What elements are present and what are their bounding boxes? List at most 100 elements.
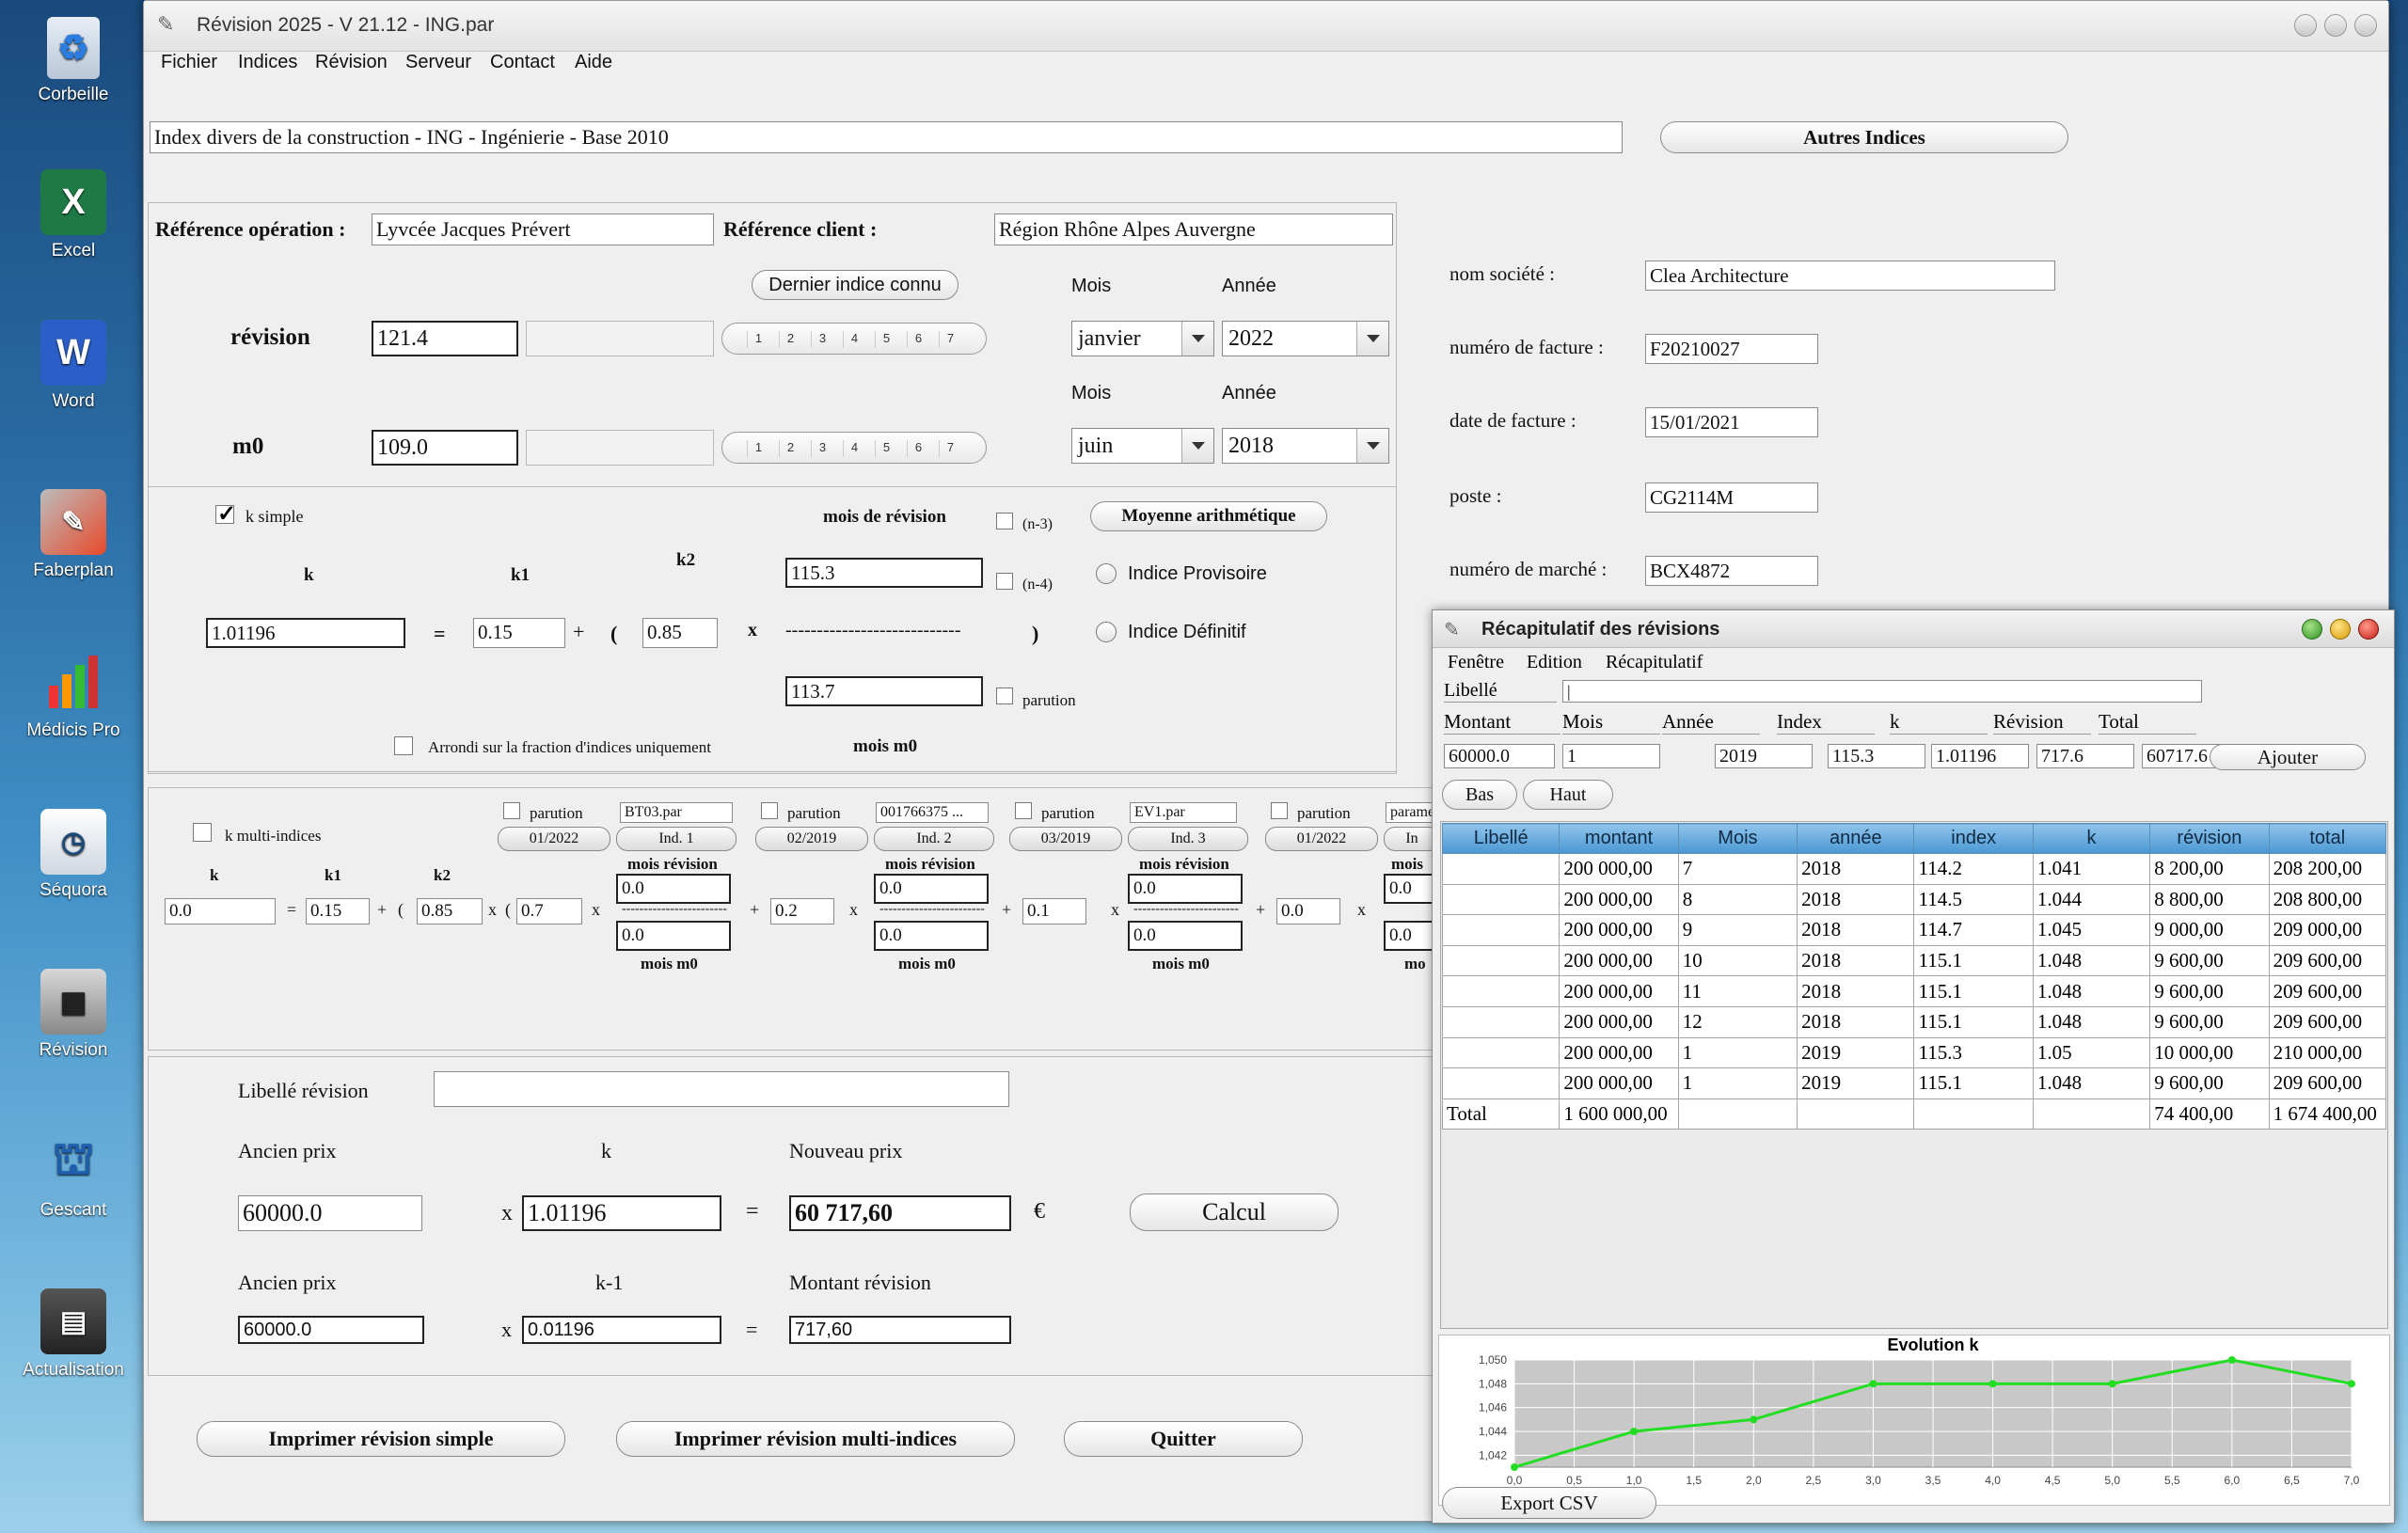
m0-annee-select[interactable]: 2018 [1222,428,1389,464]
maximize-button[interactable] [2324,14,2347,37]
recap-mois-input[interactable]: 1 [1562,744,1660,768]
k-calcul-input[interactable]: 1.01196 [522,1195,721,1231]
indice-provisoire-radio[interactable] [1096,563,1117,584]
word-icon[interactable]: W Word [8,320,139,412]
recap-montant-input[interactable]: 60000.0 [1444,744,1555,768]
numero-facture-input[interactable]: F20210027 [1645,334,1818,364]
k-simple-value[interactable]: 1.01196 [206,618,405,648]
sequora-icon[interactable]: ◷ Séquora [8,809,139,901]
parution-checkbox-2[interactable] [761,802,778,819]
col-libelle[interactable]: Libellé [1441,823,1560,854]
print-simple-button[interactable]: Imprimer révision simple [197,1421,565,1457]
recap-menu-recapitulatif[interactable]: Récapitulatif [1606,652,1703,673]
haut-button[interactable]: Haut [1523,780,1613,810]
k-multi-k1-input[interactable]: 0.15 [306,898,370,925]
chevron-down-icon[interactable] [1356,429,1388,463]
revision-app-icon[interactable]: ▦ Révision [8,969,139,1061]
date-facture-input[interactable]: 15/01/2021 [1645,407,1818,437]
den-input-2[interactable]: 0.0 [874,921,989,951]
moyenne-arithmetique-button[interactable]: Moyenne arithmétique [1090,501,1327,531]
recap-index-input[interactable]: 115.3 [1828,744,1925,768]
excel-icon[interactable]: X Excel [8,169,139,261]
recap-menu-edition[interactable]: Edition [1527,652,1582,673]
dernier-indice-button[interactable]: Dernier indice connu [752,270,958,300]
indice-file-2[interactable]: 001766375 ... [876,802,989,823]
table-row[interactable]: 200 000,00 12 2018 115.1 1.048 9 600,00 209 60… [1441,1005,2387,1038]
parution-checkbox[interactable] [996,687,1013,704]
num-input-1[interactable]: 0.0 [616,874,731,904]
chevron-down-icon[interactable] [1181,322,1213,356]
k-multi-checkbox[interactable] [193,823,212,842]
table-total-row[interactable]: Total 1 600 000,00 74 400,00 1 674 400,00 [1441,1098,2387,1130]
ancien-prix-input-2[interactable]: 60000.0 [238,1316,424,1344]
coef-input-2[interactable]: 0.1 [1022,898,1086,925]
denominator-index-input[interactable]: 113.7 [785,676,983,706]
recycle-bin-icon[interactable]: ♻ Corbeille [8,17,139,105]
table-row[interactable]: 200 000,00 8 2018 114.5 1.044 8 800,00 208 800… [1441,883,2387,916]
libelle-revision-input[interactable] [434,1071,1009,1107]
n4-checkbox[interactable] [996,573,1013,590]
minimize-button[interactable] [2330,619,2351,640]
arrondi-checkbox[interactable] [394,736,413,755]
n3-checkbox[interactable] [996,513,1013,529]
table-row[interactable]: 200 000,00 10 2018 115.1 1.048 9 600,00 209 60… [1441,944,2387,977]
actualisation-icon[interactable]: ▤ Actualisation [8,1288,139,1381]
parution-checkbox-1[interactable] [503,802,520,819]
col-index[interactable]: index [1913,823,2034,854]
minimize-button[interactable] [2294,14,2317,37]
numero-marche-input[interactable]: BCX4872 [1645,556,1818,586]
col-k[interactable]: k [2032,823,2151,854]
m0-mois-select[interactable]: juin [1071,428,1214,464]
faberplan-icon[interactable]: ✎ Faberplan [8,489,139,581]
menu-fichier[interactable]: Fichier [161,52,217,73]
revision-index-input[interactable]: 121.4 [372,321,518,356]
autres-indices-button[interactable]: Autres Indices [1660,121,2068,153]
recap-libelle-input[interactable]: | [1562,680,2202,703]
numerator-index-input[interactable]: 115.3 [785,558,983,588]
table-row[interactable]: 200 000,00 1 2019 115.3 1.05 10 000,00 210 000… [1441,1036,2387,1069]
revision-slider[interactable]: 1234567 [721,323,987,355]
date-button-2[interactable]: 02/2019 [755,827,868,851]
close-button[interactable] [2354,14,2377,37]
indice-file-1[interactable]: BT03.par [620,802,733,823]
print-multi-button[interactable]: Imprimer révision multi-indices [616,1421,1015,1457]
recap-revision-input[interactable]: 717.6 [2036,744,2134,768]
k-multi-value[interactable]: 0.0 [165,898,276,925]
revision-mois-select[interactable]: janvier [1071,321,1214,356]
first-coef-input[interactable]: 0.7 [516,898,582,925]
table-row[interactable]: 200 000,00 11 2018 115.1 1.048 9 600,00 209 60… [1441,975,2387,1007]
ind-button-2[interactable]: Ind. 2 [874,827,994,851]
menu-revision[interactable]: Révision [315,52,388,73]
menu-indices[interactable]: Indices [238,52,297,73]
ind-button-3[interactable]: Ind. 3 [1128,827,1248,851]
recap-menu-fenetre[interactable]: Fenêtre [1448,652,1504,673]
chevron-down-icon[interactable] [1356,322,1388,356]
date-button-4[interactable]: 01/2022 [1265,827,1378,851]
date-button-3[interactable]: 03/2019 [1009,827,1122,851]
poste-input[interactable]: CG2114M [1645,482,1818,513]
table-row[interactable]: 200 000,00 1 2019 115.1 1.048 9 600,00 209 600… [1441,1067,2387,1099]
k-multi-k2-input[interactable]: 0.85 [417,898,483,925]
m0-slider[interactable]: 1234567 [721,432,987,464]
menu-contact[interactable]: Contact [490,52,555,73]
num-input-2[interactable]: 0.0 [874,874,989,904]
close-button[interactable] [2358,619,2379,640]
k-simple-checkbox[interactable]: ✓ [215,501,236,527]
gescant-icon[interactable]: ⛫ Gescant [8,1129,139,1221]
ind-button-1[interactable]: Ind. 1 [616,827,737,851]
k2-input[interactable]: 0.85 [642,618,718,648]
m0-index-input[interactable]: 109.0 [372,430,518,466]
revision-annee-select[interactable]: 2022 [1222,321,1389,356]
quit-button[interactable]: Quitter [1064,1421,1303,1457]
table-row[interactable]: 200 000,00 9 2018 114.7 1.045 9 000,00 209 000… [1441,914,2387,946]
k-minus-1-input[interactable]: 0.01196 [522,1316,721,1344]
den-input-1[interactable]: 0.0 [616,921,731,951]
col-annee[interactable]: année [1797,823,1915,854]
col-total[interactable]: total [2268,823,2387,854]
indice-definitif-radio[interactable] [1096,622,1117,642]
num-input-3[interactable]: 0.0 [1128,874,1243,904]
medicis-pro-icon[interactable]: Médicis Pro [8,649,139,741]
recap-k-input[interactable]: 1.01196 [1931,744,2029,768]
coef-input-1[interactable]: 0.2 [770,898,834,925]
ref-operation-input[interactable]: Lyvcée Jacques Prévert [372,213,714,245]
